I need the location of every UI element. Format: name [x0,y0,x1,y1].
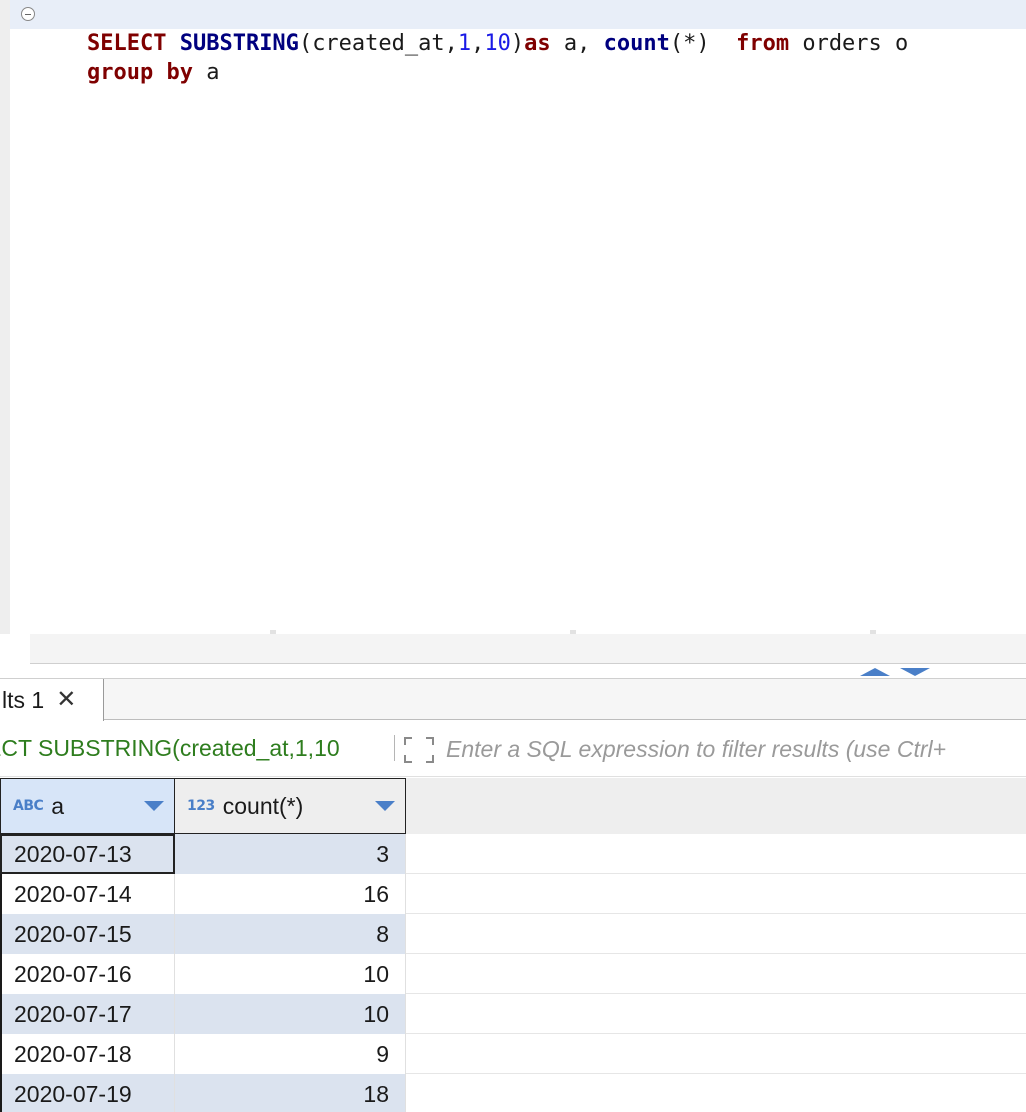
number-literal: 1 [457,31,472,56]
sort-dropdown-icon[interactable] [375,801,395,811]
group-column: a [192,60,220,85]
cell-count[interactable]: 18 [175,1074,406,1112]
comma: , [444,31,458,56]
paren-close: ) [510,31,525,56]
number-type-icon: 123 [187,798,215,814]
filter-input[interactable] [446,733,1026,765]
keyword-as: as [524,31,551,56]
expand-filter-icon[interactable] [404,737,434,763]
column-name: count(*) [222,792,304,819]
editor-line-2[interactable]: group by a [34,29,219,85]
column-header-count[interactable]: 123 count(*) [175,778,406,834]
table-row[interactable]: 2020-07-18 9 [0,1034,1026,1074]
comma: , [471,31,485,56]
number-literal: 10 [484,31,511,56]
tab-label: lts 1 [2,686,45,713]
table-row[interactable]: 2020-07-13 3 [0,834,1026,874]
cell-count[interactable]: 10 [175,994,406,1034]
column-created-at: created_at [312,31,445,56]
sql-editor[interactable]: SELECT SUBSTRING(created_at,1,10)as a, c… [0,0,1026,634]
table-row[interactable]: 2020-07-17 10 [0,994,1026,1034]
close-icon[interactable]: ✕ [56,688,76,712]
query-text-label[interactable]: ECT SUBSTRING(created_at,1,10 [0,735,386,762]
maximize-results-arrow-icon[interactable] [900,668,930,676]
cell-count[interactable]: 10 [175,954,406,994]
function-count: count [603,31,670,56]
column-name: a [51,792,65,819]
column-header-a[interactable]: ABC a [0,778,175,834]
keyword-from: from [736,31,790,56]
keyword-group-by: group by [86,60,193,85]
cell-a[interactable]: 2020-07-15 [0,914,175,954]
cell-a[interactable]: 2020-07-14 [0,874,175,914]
editor-gutter [0,0,10,634]
divider [394,735,395,761]
table-row[interactable]: 2020-07-16 10 [0,954,1026,994]
cell-a[interactable]: 2020-07-17 [0,994,175,1034]
results-tabbar: lts 1 ✕ [0,678,1026,721]
editor-horizontal-scrollbar[interactable] [30,634,1026,664]
table-row[interactable]: 2020-07-14 16 [0,874,1026,914]
cell-a[interactable]: 2020-07-16 [0,954,175,994]
alias-a: a, [550,31,604,56]
cell-count[interactable]: 3 [175,834,406,874]
table-orders: orders o [789,31,909,56]
paren-open: ( [298,31,313,56]
count-args: (*) [669,31,737,56]
string-type-icon: ABC [13,798,44,814]
sort-dropdown-icon[interactable] [144,801,164,811]
collapse-icon[interactable] [21,7,35,21]
tab-results-1[interactable]: lts 1 ✕ [0,679,104,721]
editor-line-1[interactable]: SELECT SUBSTRING(created_at,1,10)as a, c… [10,0,1026,56]
result-rows: 2020-07-13 3 2020-07-14 16 2020-07-15 8 … [0,834,1026,1112]
maximize-editor-arrow-icon[interactable] [860,668,890,676]
cell-a[interactable]: 2020-07-18 [0,1034,175,1074]
cell-count[interactable]: 16 [175,874,406,914]
cell-count[interactable]: 8 [175,914,406,954]
cell-a[interactable]: 2020-07-19 [0,1074,175,1112]
filter-bar: ECT SUBSTRING(created_at,1,10 [0,721,1026,777]
cell-a[interactable]: 2020-07-13 [0,834,175,874]
table-row[interactable]: 2020-07-15 8 [0,914,1026,954]
table-row[interactable]: 2020-07-19 18 [0,1074,1026,1112]
panel-sash[interactable] [860,668,932,678]
cell-count[interactable]: 9 [175,1034,406,1074]
